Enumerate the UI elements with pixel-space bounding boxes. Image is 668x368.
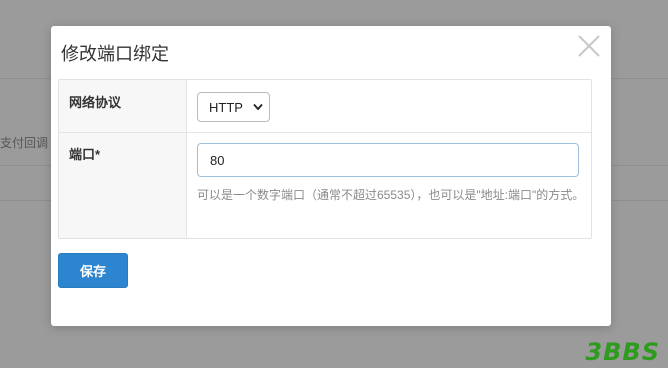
protocol-select-value: HTTP: [209, 100, 243, 115]
port-input[interactable]: [197, 143, 579, 177]
port-label-cell: 端口*: [59, 133, 187, 238]
protocol-label-cell: 网络协议: [59, 80, 187, 132]
port-form-table: 网络协议 HTTP 端口* 可以是一个数字端口（通常不超过65535），也可以是…: [58, 79, 592, 239]
watermark-logo: 3BBS: [585, 338, 660, 366]
edit-port-binding-dialog: 修改端口绑定 网络协议 HTTP 端口* 可以是一个数字端口（通常不超过6553…: [51, 26, 611, 326]
protocol-select[interactable]: HTTP: [197, 92, 270, 122]
save-button[interactable]: 保存: [58, 253, 128, 288]
dialog-title: 修改端口绑定: [61, 44, 169, 64]
close-icon: [578, 35, 600, 57]
port-row: 端口* 可以是一个数字端口（通常不超过65535），也可以是"地址:端口"的方式…: [59, 133, 591, 238]
chevron-down-icon: [253, 103, 263, 111]
background-text: 支付回调: [0, 136, 49, 150]
protocol-label: 网络协议: [69, 95, 122, 110]
protocol-row: 网络协议 HTTP: [59, 80, 591, 133]
port-help-text: 可以是一个数字端口（通常不超过65535），也可以是"地址:端口"的方式。: [197, 188, 585, 202]
port-label: 端口*: [69, 147, 101, 162]
close-button[interactable]: [575, 32, 603, 60]
